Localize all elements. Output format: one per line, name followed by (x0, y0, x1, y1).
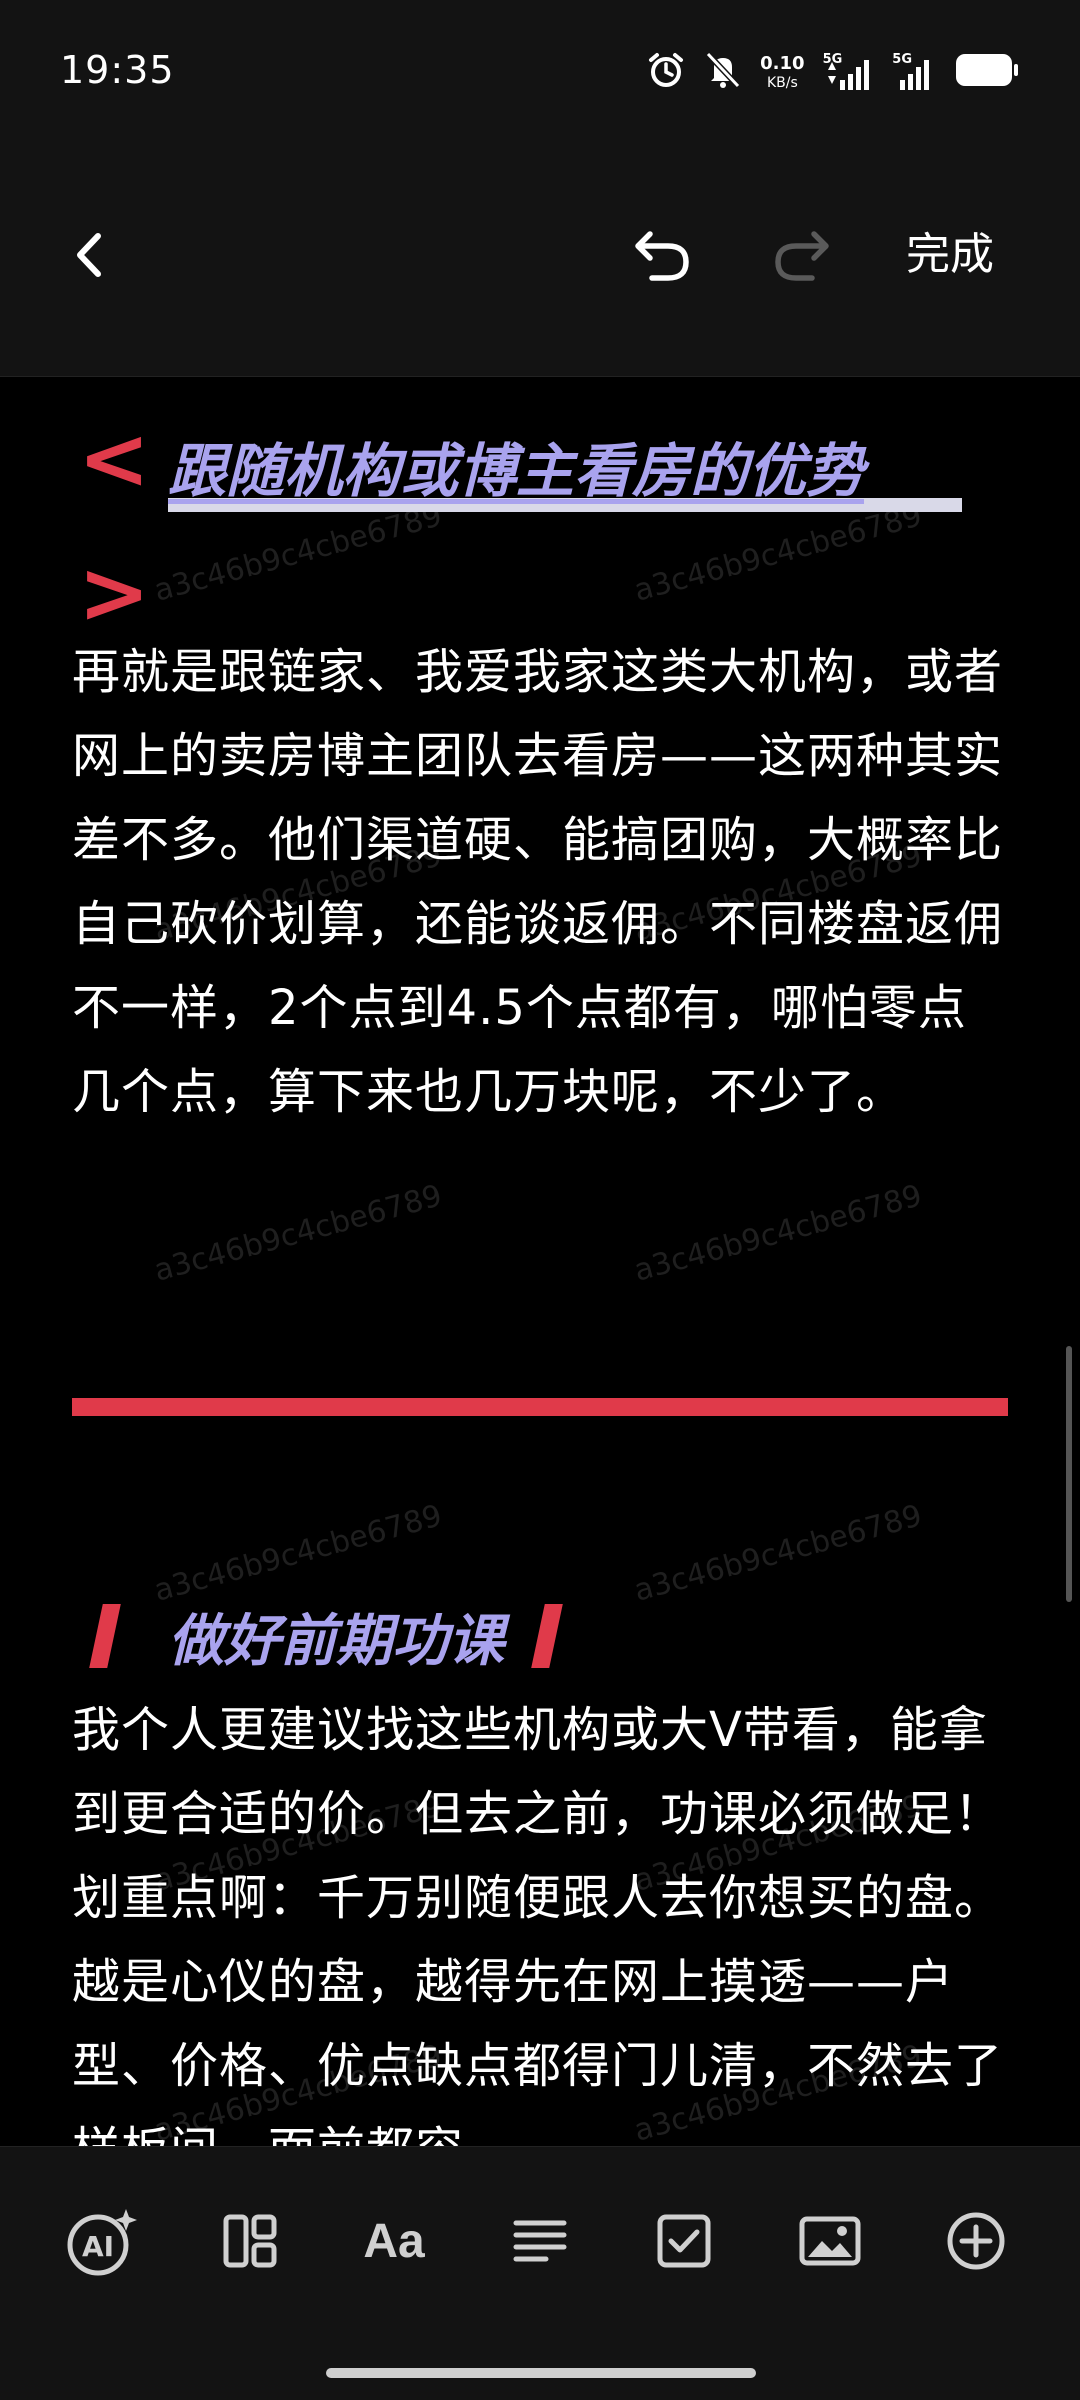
add-icon (947, 2212, 1005, 2270)
text-format-button[interactable]: Aa (354, 2201, 434, 2281)
ai-label: AI (82, 2230, 114, 2263)
net-speed-value: 0.10 (760, 52, 805, 74)
status-time: 19:35 (60, 48, 175, 92)
undo-icon (635, 231, 689, 281)
signal-2: 5G (892, 53, 936, 92)
paragraph-1: 再就是跟链家、我爱我家这类大机构，或者网上的卖房博主团队去看房——这两种其实差不… (72, 644, 1004, 1120)
align-button[interactable] (500, 2201, 580, 2281)
section-heading-2: 做好前期功课 (89, 1596, 563, 1676)
image-icon (799, 2216, 861, 2266)
watermark: a3c46b9c4cbe6789 (630, 1498, 926, 1609)
align-icon (513, 2220, 567, 2262)
signal-icon (828, 59, 870, 90)
text-format-icon: Aa (363, 2214, 425, 2268)
divider-line (72, 1398, 1008, 1416)
signal-icon (900, 59, 929, 90)
watermark: a3c46b9c4cbe6789 (630, 1178, 926, 1289)
heading-1-text: 跟随机构或博主看房的优势 (168, 437, 865, 505)
format-toolbar: AI Aa (0, 2146, 1080, 2347)
note-content[interactable]: a3c46b9c4cbe6789 a3c46b9c4cbe6789 a3c46b… (0, 376, 1080, 2146)
insert-image-button[interactable] (790, 2201, 870, 2281)
scrollbar[interactable] (1066, 1346, 1072, 1602)
redo-button[interactable] (766, 220, 836, 290)
signal-1: 5G (823, 53, 875, 92)
status-icons: 0.10 KB/s 5G 5G (646, 44, 1020, 100)
mute-icon (704, 50, 742, 94)
checklist-button[interactable] (644, 2201, 724, 2281)
net-speed: 0.10 KB/s (760, 52, 805, 91)
gesture-area (0, 2346, 1080, 2400)
back-button[interactable] (58, 220, 128, 290)
battery-icon (954, 50, 1020, 94)
editor-toolbar: 完成 (0, 150, 1080, 377)
ai-assist-icon: AI (67, 2209, 137, 2276)
watermark: a3c46b9c4cbe6789 (150, 498, 446, 609)
status-bar: 19:35 0.10 KB/s 5G 5G (0, 0, 1080, 150)
undo-button[interactable] (628, 220, 698, 290)
watermark: a3c46b9c4cbe6789 (150, 1498, 446, 1609)
layout-icon (223, 2214, 277, 2268)
home-indicator[interactable] (326, 2368, 756, 2378)
redo-icon (775, 231, 829, 281)
ai-assist-button[interactable]: AI (62, 2201, 142, 2281)
heading-bar-right (531, 1604, 563, 1668)
watermark: a3c46b9c4cbe6789 (630, 498, 926, 609)
checkbox-icon (657, 2214, 711, 2268)
layout-button[interactable] (210, 2201, 290, 2281)
net-speed-unit: KB/s (766, 74, 798, 91)
heading-2-text: 做好前期功课 (168, 1608, 504, 1674)
done-button[interactable]: 完成 (906, 225, 994, 285)
add-button[interactable] (936, 2201, 1016, 2281)
heading-bar-left (89, 1604, 121, 1668)
heading-bracket-open: < (78, 409, 151, 509)
alarm-icon (646, 50, 686, 94)
note-editor-screen: 19:35 0.10 KB/s 5G 5G 完成 a3c46b9c4cbe678… (0, 0, 1080, 2400)
paragraph-2: 我个人更建议找这些机构或大V带看，能拿到更合适的价。但去之前，功课必须做足！划重… (72, 1702, 1004, 2146)
watermark: a3c46b9c4cbe6789 (150, 1178, 446, 1289)
heading-bracket-close: > (78, 543, 151, 643)
chevron-left-icon (77, 233, 101, 277)
